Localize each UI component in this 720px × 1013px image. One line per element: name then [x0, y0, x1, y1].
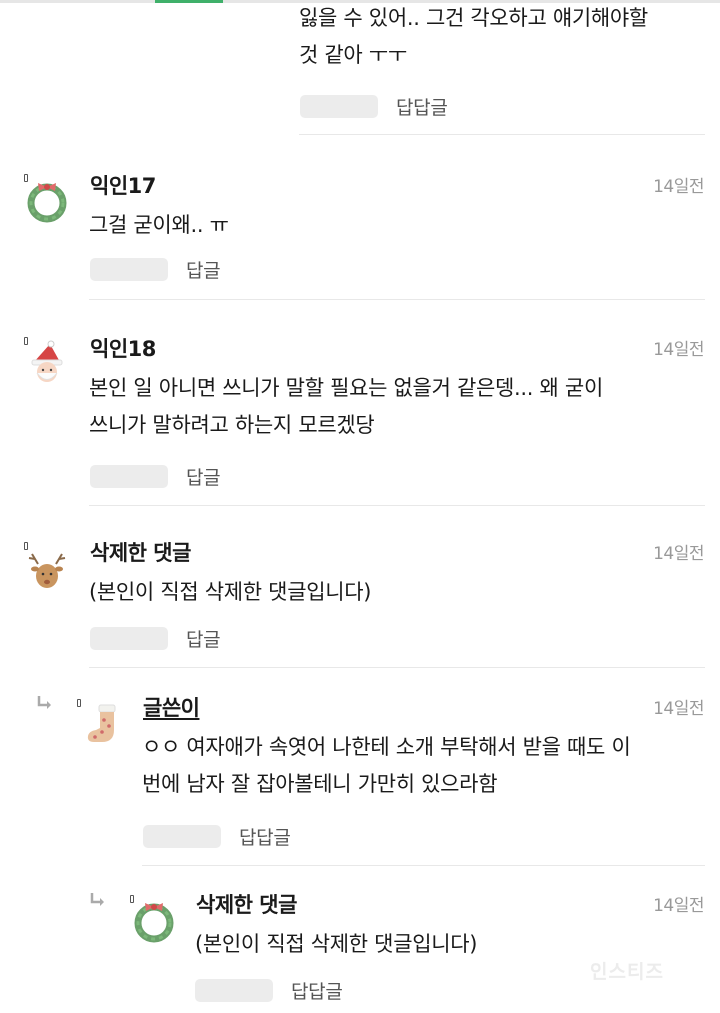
like-placeholder[interactable] [300, 95, 378, 118]
reply-button[interactable]: 답글 [186, 463, 221, 490]
site-watermark: 인스티즈 [590, 961, 664, 983]
comment-body: 잃을 수 있어.. 그건 각오하고 얘기해야할 것 같아 ㅜㅜ [299, 0, 704, 74]
reply-button[interactable]: 답글 [186, 256, 221, 283]
comment-body: 그걸 굳이왜.. ㅠ [89, 207, 704, 244]
comment-time: 14일전 [653, 340, 704, 360]
comment-body: ㅇㅇ 여자애가 속엿어 나한테 소개 부탁해서 받을 때도 이 번에 남자 잘 … [142, 729, 704, 803]
reply-arrow-icon [90, 893, 104, 906]
comment-marker-icon [77, 699, 81, 707]
comment-line: 것 같아 ㅜㅜ [299, 43, 407, 67]
santa-icon [31, 340, 63, 382]
comment-nickname: 삭제한 댓글 [90, 541, 191, 565]
comment-line: ㅇㅇ 여자애가 속엿어 나한테 소개 부탁해서 받을 때도 이 [142, 735, 631, 759]
comment-body: 본인 일 아니면 쓰니가 말할 필요는 없을거 같은뎅... 왜 굳이 쓰니가 … [89, 370, 704, 444]
comment-line: 번에 남자 잘 잡아볼테니 가만히 있으라함 [142, 772, 498, 796]
comment-nickname[interactable]: 익인17 [90, 170, 156, 200]
comment-body: (본인이 직접 삭제한 댓글입니다) [89, 574, 704, 611]
comment-time: 14일전 [653, 896, 704, 916]
top-active-indicator [155, 0, 223, 3]
divider [89, 299, 705, 300]
comment-line: (본인이 직접 삭제한 댓글입니다) [89, 580, 372, 604]
like-placeholder[interactable] [90, 465, 168, 488]
comment-nickname-author[interactable]: 글쓴이 [143, 692, 200, 722]
reindeer-icon [28, 553, 66, 588]
divider [299, 134, 705, 135]
wreath-icon [27, 183, 67, 223]
reply-button[interactable]: 답답글 [396, 93, 448, 120]
reply-arrow-icon [37, 696, 51, 709]
comment-line: 그걸 굳이왜.. ㅠ [89, 213, 229, 237]
comment-time: 14일전 [653, 699, 704, 719]
comment-line: 쓰니가 말하려고 하는지 모르겠당 [89, 413, 375, 437]
reply-button[interactable]: 답답글 [239, 823, 291, 850]
comment-nickname: 삭제한 댓글 [196, 893, 297, 917]
stocking-icon [87, 704, 116, 742]
divider [89, 505, 705, 506]
reply-button[interactable]: 답글 [186, 625, 221, 652]
divider [89, 667, 705, 668]
wreath-icon [134, 903, 174, 943]
like-placeholder[interactable] [195, 979, 273, 1002]
like-placeholder[interactable] [90, 627, 168, 650]
like-placeholder[interactable] [90, 258, 168, 281]
comment-line: 본인 일 아니면 쓰니가 말할 필요는 없을거 같은뎅... 왜 굳이 [89, 376, 603, 400]
comment-time: 14일전 [653, 544, 704, 564]
reply-button[interactable]: 답답글 [291, 977, 343, 1004]
like-placeholder[interactable] [143, 825, 221, 848]
comment-time: 14일전 [653, 177, 704, 197]
comment-line: 잃을 수 있어.. 그건 각오하고 얘기해야할 [299, 6, 648, 30]
comment-nickname[interactable]: 익인18 [90, 333, 156, 363]
divider [142, 865, 705, 866]
